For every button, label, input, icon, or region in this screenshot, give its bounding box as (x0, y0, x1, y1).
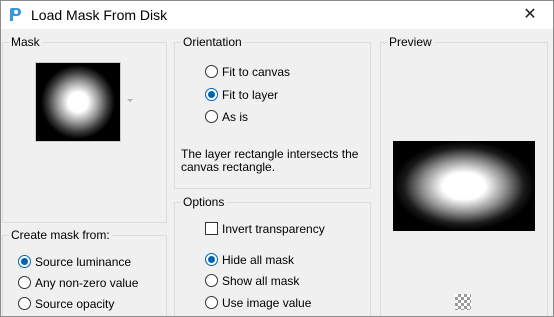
radio-fit-to-layer-indicator (205, 88, 218, 102)
mask-dropdown-arrow-icon[interactable] (127, 99, 133, 102)
radio-any-non-zero-value-label: Any non-zero value (35, 276, 139, 290)
options-group-label: Options (181, 195, 227, 209)
radio-hide-all-mask-label: Hide all mask (222, 253, 295, 267)
radio-source-opacity-indicator (18, 297, 31, 311)
orientation-group-label: Orientation (181, 35, 244, 49)
mask-thumbnail[interactable] (35, 62, 121, 142)
radio-show-all-mask-label: Show all mask (222, 274, 300, 288)
close-icon: ✕ (523, 6, 537, 23)
close-button[interactable]: ✕ (507, 1, 553, 29)
radio-source-opacity-label: Source opacity (35, 297, 115, 311)
radio-use-image-value[interactable]: Use image value (205, 295, 311, 311)
radio-fit-to-canvas-indicator (205, 65, 218, 79)
app-icon (10, 8, 21, 21)
transparency-toggle-icon[interactable] (455, 294, 471, 310)
window-title: Load Mask From Disk (31, 7, 168, 23)
radio-fit-to-canvas[interactable]: Fit to canvas (205, 64, 290, 80)
radio-source-luminance-label: Source luminance (35, 255, 132, 269)
mask-preview-image (393, 141, 535, 231)
radio-any-non-zero-value[interactable]: Any non-zero value (18, 275, 138, 291)
radio-hide-all-mask-indicator (205, 253, 218, 267)
radio-show-all-mask[interactable]: Show all mask (205, 273, 299, 289)
radio-source-luminance[interactable]: Source luminance (18, 254, 131, 270)
dialog-window: Load Mask From Disk ✕ Mask Create mask f… (0, 0, 554, 317)
preview-group-label: Preview (387, 35, 434, 49)
mask-preview (393, 141, 535, 231)
radio-as-is[interactable]: As is (205, 109, 248, 125)
radio-hide-all-mask[interactable]: Hide all mask (205, 252, 294, 268)
mask-thumbnail-image (38, 65, 118, 139)
radio-use-image-value-label: Use image value (222, 296, 312, 310)
invert-transparency-box (205, 222, 218, 236)
radio-fit-to-layer[interactable]: Fit to layer (205, 87, 278, 103)
radio-fit-to-layer-label: Fit to layer (222, 88, 279, 102)
radio-source-opacity[interactable]: Source opacity (18, 296, 114, 312)
mask-group-label: Mask (9, 35, 42, 49)
orientation-info-text: The layer rectangle intersects the canva… (181, 147, 359, 174)
radio-show-all-mask-indicator (205, 274, 218, 288)
title-bar: Load Mask From Disk ✕ (1, 1, 553, 29)
radio-fit-to-canvas-label: Fit to canvas (222, 65, 291, 79)
invert-transparency-label: Invert transparency (222, 222, 325, 236)
radio-source-luminance-indicator (18, 255, 31, 269)
radio-as-is-label: As is (222, 110, 249, 124)
invert-transparency-checkbox[interactable]: Invert transparency (205, 221, 325, 237)
radio-use-image-value-indicator (205, 296, 218, 310)
radio-as-is-indicator (205, 110, 218, 124)
radio-any-non-zero-value-indicator (18, 276, 31, 290)
create-mask-group-label: Create mask from: (9, 228, 112, 242)
